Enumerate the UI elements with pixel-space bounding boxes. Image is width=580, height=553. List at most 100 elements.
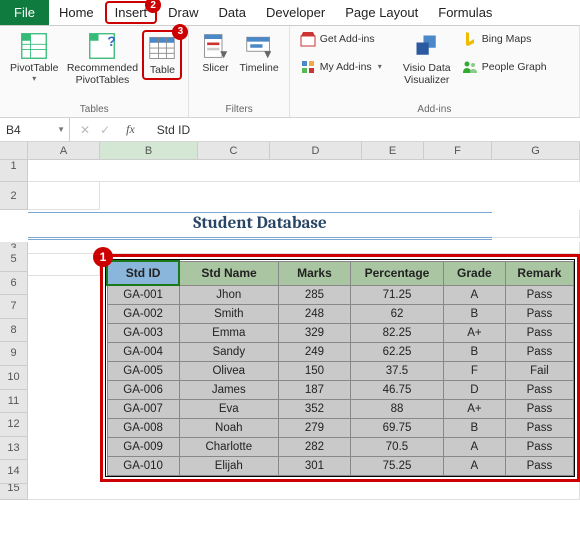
row-head[interactable]: 5 — [0, 248, 28, 272]
my-addins-button[interactable]: My Add-ins ▾ — [296, 58, 396, 76]
cell[interactable] — [28, 482, 580, 500]
sheet-title[interactable]: Student Database — [28, 212, 492, 240]
cell-A4[interactable] — [28, 254, 100, 276]
table-cell[interactable]: 62.25 — [351, 343, 444, 362]
table-cell[interactable]: 69.75 — [351, 419, 444, 438]
formula-bar[interactable]: Std ID — [151, 123, 190, 137]
col-head-E[interactable]: E — [362, 142, 424, 160]
table-cell[interactable]: A+ — [443, 400, 505, 419]
table-cell[interactable]: GA-009 — [107, 438, 179, 457]
row-head[interactable]: 15 — [0, 482, 28, 500]
table-cell[interactable]: A — [443, 457, 505, 476]
recommended-pivot-button[interactable]: ? Recommended PivotTables — [62, 30, 142, 88]
col-head-B[interactable]: B — [100, 142, 198, 160]
table-cell[interactable]: Pass — [505, 438, 573, 457]
table-cell[interactable]: Elijah — [179, 457, 278, 476]
timeline-button[interactable]: Timeline — [235, 30, 282, 76]
table-cell[interactable]: A+ — [443, 324, 505, 343]
table-cell[interactable]: 285 — [278, 285, 350, 305]
table-header[interactable]: Marks — [278, 261, 350, 285]
pivottable-button[interactable]: PivotTable ▾ — [6, 30, 62, 85]
table-cell[interactable]: GA-003 — [107, 324, 179, 343]
col-head-G[interactable]: G — [492, 142, 580, 160]
table-cell[interactable]: A — [443, 285, 505, 305]
table-cell[interactable]: B — [443, 419, 505, 438]
table-cell[interactable]: Pass — [505, 400, 573, 419]
cell[interactable] — [28, 182, 100, 210]
table-cell[interactable]: B — [443, 343, 505, 362]
table-cell[interactable]: 329 — [278, 324, 350, 343]
row-head[interactable]: 10 — [0, 366, 28, 390]
table-cell[interactable]: 37.5 — [351, 362, 444, 381]
cell[interactable] — [492, 210, 580, 238]
col-head-A[interactable]: A — [28, 142, 100, 160]
row-head[interactable]: 11 — [0, 390, 28, 414]
col-head-F[interactable]: F — [424, 142, 492, 160]
table-cell[interactable]: 70.5 — [351, 438, 444, 457]
table-button[interactable]: 3 Table — [142, 30, 182, 80]
table-cell[interactable]: B — [443, 305, 505, 324]
table-cell[interactable]: 150 — [278, 362, 350, 381]
table-cell[interactable]: 282 — [278, 438, 350, 457]
row-head[interactable]: 6 — [0, 272, 28, 296]
table-cell[interactable]: 301 — [278, 457, 350, 476]
table-cell[interactable]: Eva — [179, 400, 278, 419]
cell[interactable] — [28, 160, 580, 182]
enter-icon[interactable]: ✓ — [100, 123, 110, 137]
table-header[interactable]: Std ID — [107, 261, 179, 285]
table-cell[interactable]: Jhon — [179, 285, 278, 305]
table-cell[interactable]: GA-006 — [107, 381, 179, 400]
table-header[interactable]: Grade — [443, 261, 505, 285]
table-header[interactable]: Std Name — [179, 261, 278, 285]
bing-maps-button[interactable]: Bing Maps — [458, 30, 558, 48]
table-cell[interactable]: Olivea — [179, 362, 278, 381]
fx-icon[interactable]: fx — [120, 122, 141, 137]
table-header[interactable]: Remark — [505, 261, 573, 285]
table-cell[interactable]: Fail — [505, 362, 573, 381]
tab-draw[interactable]: Draw — [158, 0, 208, 25]
tab-insert[interactable]: Insert 2 — [105, 1, 158, 24]
row-head[interactable]: 7 — [0, 295, 28, 319]
visio-button[interactable]: Visio Data Visualizer — [396, 30, 458, 88]
table-cell[interactable]: Pass — [505, 381, 573, 400]
table-cell[interactable]: 279 — [278, 419, 350, 438]
tab-developer[interactable]: Developer — [256, 0, 335, 25]
row-head[interactable]: 8 — [0, 319, 28, 343]
table-cell[interactable]: Sandy — [179, 343, 278, 362]
table-cell[interactable]: Noah — [179, 419, 278, 438]
table-cell[interactable]: Pass — [505, 305, 573, 324]
table-cell[interactable]: 88 — [351, 400, 444, 419]
tab-home[interactable]: Home — [49, 0, 104, 25]
tab-data[interactable]: Data — [209, 0, 256, 25]
table-cell[interactable]: 46.75 — [351, 381, 444, 400]
table-cell[interactable]: GA-005 — [107, 362, 179, 381]
table-cell[interactable]: Pass — [505, 324, 573, 343]
select-all-cell[interactable] — [0, 142, 28, 160]
col-head-C[interactable]: C — [198, 142, 270, 160]
table-cell[interactable]: GA-002 — [107, 305, 179, 324]
table-cell[interactable]: 82.25 — [351, 324, 444, 343]
row-head[interactable]: 12 — [0, 413, 28, 437]
table-cell[interactable]: 62 — [351, 305, 444, 324]
row-head[interactable]: 13 — [0, 437, 28, 461]
table-cell[interactable]: Pass — [505, 285, 573, 305]
table-cell[interactable]: James — [179, 381, 278, 400]
table-cell[interactable]: GA-001 — [107, 285, 179, 305]
cancel-icon[interactable]: ✕ — [80, 123, 90, 137]
row-head[interactable]: 9 — [0, 342, 28, 366]
tab-formulas[interactable]: Formulas — [428, 0, 502, 25]
table-cell[interactable]: GA-007 — [107, 400, 179, 419]
table-cell[interactable]: Pass — [505, 419, 573, 438]
table-cell[interactable]: Pass — [505, 457, 573, 476]
table-cell[interactable]: 71.25 — [351, 285, 444, 305]
table-cell[interactable]: Smith — [179, 305, 278, 324]
tab-pagelayout[interactable]: Page Layout — [335, 0, 428, 25]
table-cell[interactable]: GA-010 — [107, 457, 179, 476]
slicer-button[interactable]: Slicer — [195, 30, 235, 76]
table-cell[interactable]: A — [443, 438, 505, 457]
table-cell[interactable]: D — [443, 381, 505, 400]
table-header[interactable]: Percentage — [351, 261, 444, 285]
table-cell[interactable]: 352 — [278, 400, 350, 419]
people-graph-button[interactable]: People Graph — [458, 58, 558, 76]
name-box[interactable]: B4 ▼ — [0, 118, 70, 141]
